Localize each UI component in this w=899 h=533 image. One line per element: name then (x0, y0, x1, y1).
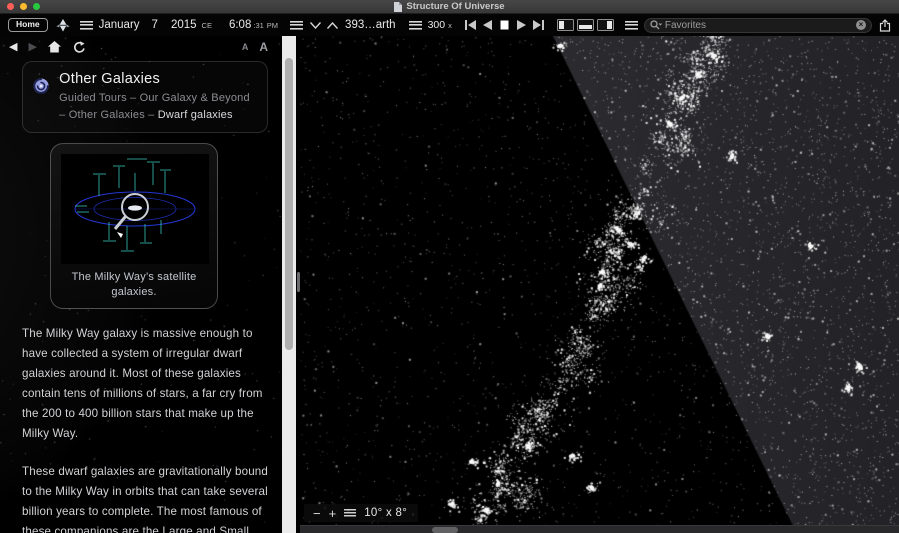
timeflow-menu-icon[interactable] (409, 21, 422, 30)
time-clock-field[interactable]: 6:08 (229, 19, 251, 31)
date-month-field[interactable]: January (99, 19, 140, 31)
skip-to-end-button[interactable] (533, 20, 544, 30)
search-input[interactable]: Favorites × (644, 18, 872, 33)
skyguide-panel: ◀ ▶ A A Oth (0, 36, 282, 533)
guide-body-text: The Milky Way galaxy is massive enough t… (22, 324, 268, 533)
guide-title: Other Galaxies (59, 71, 257, 87)
date-day-field[interactable]: 7 (152, 19, 158, 31)
font-decrease-button[interactable]: A (242, 42, 249, 52)
timeflow-rate-unit: x (448, 21, 452, 30)
galaxy-starfield[interactable] (300, 36, 899, 533)
figure-caption: The Milky Way’s satellite galaxies. (64, 270, 204, 301)
sky-horizontal-scrollbar-thumb[interactable] (432, 527, 458, 533)
fov-menu-icon[interactable] (344, 509, 356, 517)
search-icon (650, 20, 662, 30)
bottom-pane-toggle-button[interactable] (577, 19, 594, 31)
forward-arrow-icon[interactable]: ▶ (28, 42, 36, 53)
sky-horizontal-scrollbar[interactable] (300, 525, 899, 533)
window-title: Structure Of Universe (406, 1, 504, 12)
time-seconds-field[interactable]: :31 (253, 21, 263, 30)
home-button[interactable]: Home (8, 18, 48, 32)
zoom-in-button[interactable]: + (329, 507, 337, 520)
zoom-out-button[interactable]: − (313, 507, 321, 520)
document-icon (394, 2, 402, 12)
viewing-location-field[interactable]: 393…arth (345, 19, 396, 31)
satellite-galaxies-figure[interactable] (61, 154, 209, 264)
play-forward-button[interactable] (517, 20, 526, 30)
time-meridiem-label[interactable]: PM (267, 21, 278, 30)
guide-header-card: Other Galaxies Guided Tours – Our Galaxy… (22, 61, 268, 133)
date-era-label[interactable]: CE (202, 21, 212, 30)
sky-view[interactable]: − + 10° x 8° (300, 36, 899, 533)
refresh-icon[interactable] (72, 41, 85, 54)
fov-label: 10° x 8° (364, 507, 407, 519)
window-title-group: Structure Of Universe (394, 1, 504, 12)
close-window-button[interactable] (7, 3, 14, 10)
breadcrumb[interactable]: Guided Tours – Our Galaxy & Beyond – Oth… (59, 90, 257, 123)
skip-to-start-button[interactable] (465, 20, 476, 30)
chevron-down-icon[interactable] (310, 22, 321, 29)
main-toolbar: Home January 7 2015 CE 6:08 :31 PM 393…a… (0, 14, 899, 36)
figure-card[interactable]: The Milky Way’s satellite galaxies. (50, 143, 218, 309)
location-menu-icon[interactable] (290, 21, 303, 30)
home-icon[interactable] (48, 41, 61, 53)
view-options-menu-icon[interactable] (625, 21, 638, 30)
font-increase-button[interactable]: A (259, 40, 268, 54)
window-controls (7, 3, 40, 10)
sidebar-scrollbar-track[interactable] (282, 36, 296, 533)
date-menu-icon[interactable] (80, 21, 93, 30)
search-scope-label: Favorites (665, 20, 706, 31)
content-area: ◀ ▶ A A Oth (0, 36, 899, 533)
zoom-window-button[interactable] (33, 3, 40, 10)
date-year-field[interactable]: 2015 (171, 19, 197, 31)
minimize-window-button[interactable] (20, 3, 27, 10)
paragraph: These dwarf galaxies are gravitationally… (22, 462, 268, 533)
play-backward-button[interactable] (483, 20, 492, 30)
spiral-galaxy-icon (33, 71, 49, 101)
fov-control-bar: − + 10° x 8° (304, 504, 418, 522)
window-titlebar: Structure Of Universe (0, 0, 899, 14)
guide-header-text: Other Galaxies Guided Tours – Our Galaxy… (59, 71, 257, 123)
share-icon[interactable] (879, 19, 891, 32)
stop-button[interactable] (500, 20, 509, 30)
chevron-up-icon[interactable] (327, 22, 338, 29)
breadcrumb-current: Dwarf galaxies (158, 109, 233, 121)
sidebar-scrollbar-thumb[interactable] (285, 58, 293, 350)
right-pane-toggle-button[interactable] (597, 19, 614, 31)
skyguide-nav-bar: ◀ ▶ A A (0, 36, 282, 58)
back-arrow-icon[interactable]: ◀ (9, 42, 17, 53)
timeflow-rate-field[interactable]: 300 (428, 19, 446, 31)
left-pane-toggle-button[interactable] (557, 19, 574, 31)
clear-search-button[interactable]: × (856, 20, 866, 30)
paragraph: The Milky Way galaxy is massive enough t… (22, 324, 268, 444)
rocket-icon[interactable] (56, 19, 70, 32)
